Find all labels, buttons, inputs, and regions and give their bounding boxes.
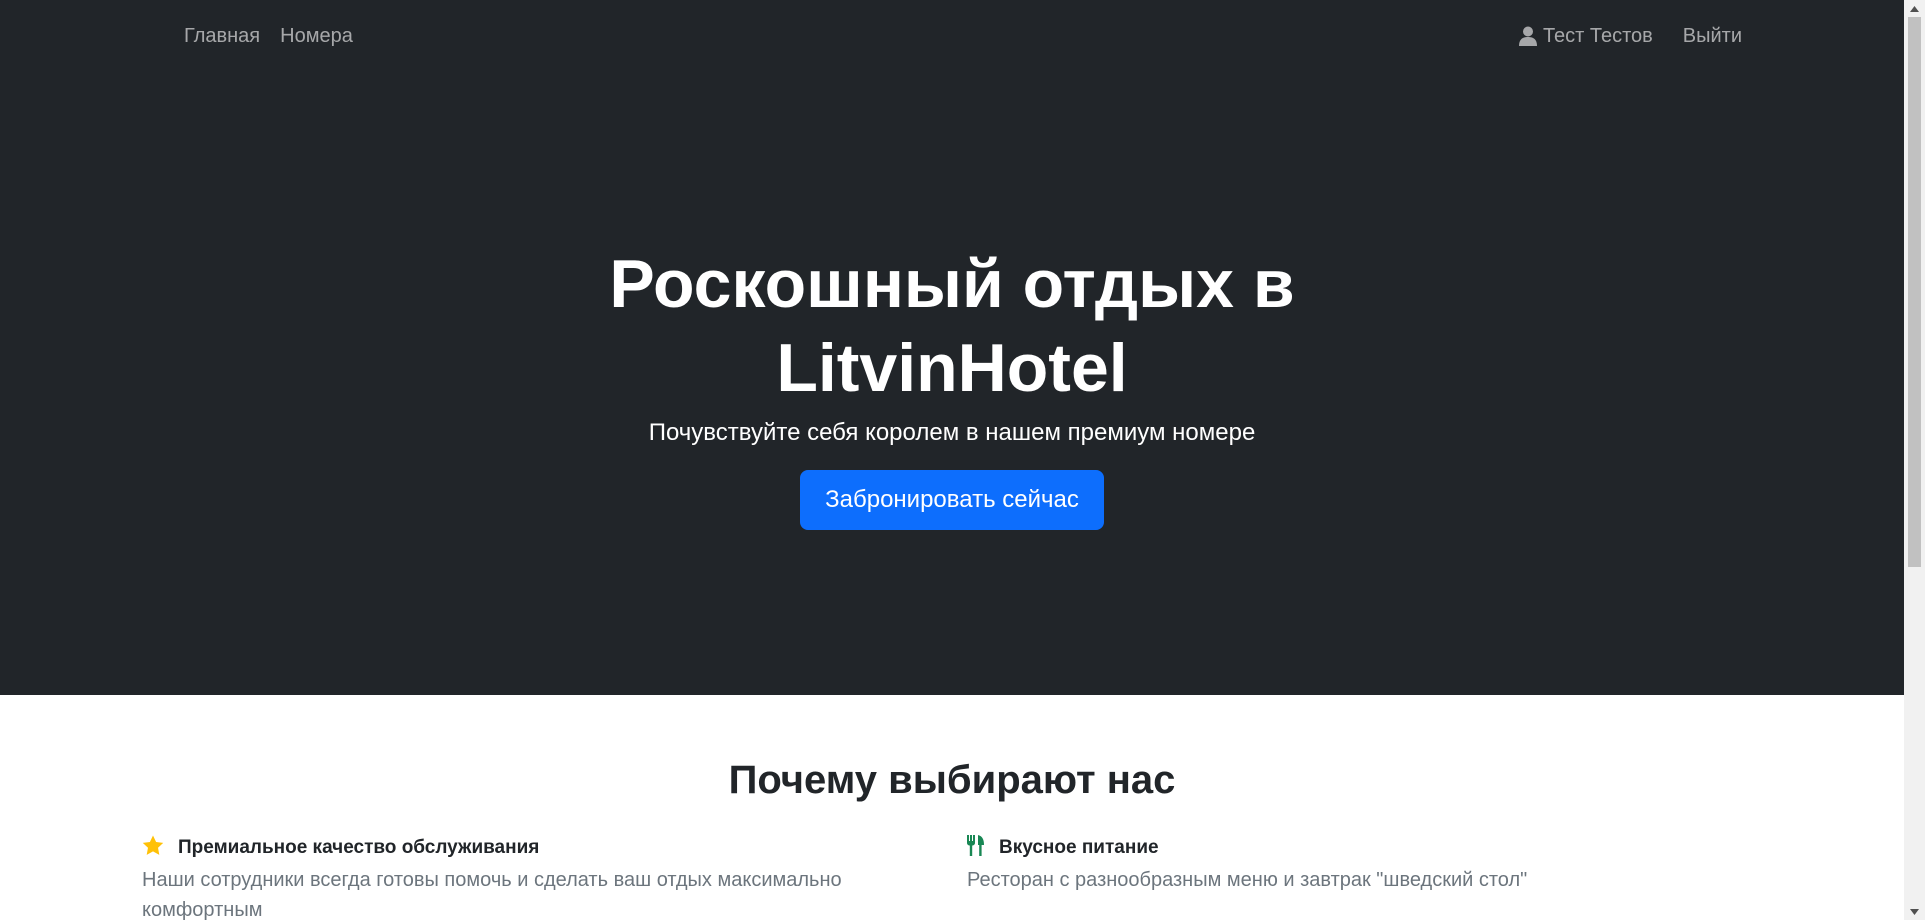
- feature-title: Премиальное качество обслуживания: [178, 837, 540, 858]
- features-section: Почему выбирают нас Премиальное качество…: [0, 695, 1904, 920]
- user-icon: [1518, 26, 1537, 46]
- nav-link-home[interactable]: Главная: [184, 25, 260, 48]
- scroll-up-arrow-icon[interactable]: [1904, 0, 1925, 17]
- page-viewport: Главная Номера Тест Тестов Выйти Роскошн…: [0, 0, 1904, 920]
- hero-title: Роскошный отдых в LitvinHotel: [0, 242, 1904, 410]
- feature-description: Наши сотрудники всегда готовы помочь и с…: [142, 869, 842, 920]
- user-name: Тест Тестов: [1542, 24, 1653, 47]
- star-icon: [142, 834, 164, 862]
- feature-item-food: Вкусное питание Ресторан с разнообразным…: [967, 834, 1667, 895]
- feature-description: Ресторан с разнообразным меню и завтрак …: [967, 869, 1528, 891]
- features-title: Почему выбирают нас: [728, 758, 1176, 802]
- scrollbar-thumb[interactable]: [1908, 17, 1921, 567]
- logout-link[interactable]: Выйти: [1683, 25, 1742, 48]
- vertical-scrollbar[interactable]: [1904, 0, 1925, 920]
- utensils-icon: [967, 834, 985, 862]
- book-now-button[interactable]: Забронировать сейчас: [800, 470, 1104, 530]
- user-profile-link[interactable]: Тест Тестов: [1518, 24, 1653, 48]
- hero-subtitle: Почувствуйте себя королем в нашем премиу…: [648, 419, 1256, 446]
- nav-left-links: Главная Номера: [184, 0, 353, 72]
- nav-link-rooms[interactable]: Номера: [280, 25, 353, 48]
- hero-title-line1: Роскошный отдых в: [609, 246, 1295, 322]
- feature-title: Вкусное питание: [999, 837, 1159, 858]
- feature-item-service: Премиальное качество обслуживания Наши с…: [142, 834, 842, 920]
- feature-heading: Вкусное питание: [967, 834, 1667, 862]
- hero-section: Роскошный отдых в LitvinHotel Почувствуй…: [0, 72, 1904, 695]
- feature-heading: Премиальное качество обслуживания: [142, 834, 842, 862]
- hero-title-line2: LitvinHotel: [776, 330, 1128, 406]
- nav-right-links: Тест Тестов Выйти: [1518, 0, 1742, 72]
- navbar: Главная Номера Тест Тестов Выйти: [0, 0, 1904, 72]
- scroll-down-arrow-icon[interactable]: [1904, 903, 1925, 920]
